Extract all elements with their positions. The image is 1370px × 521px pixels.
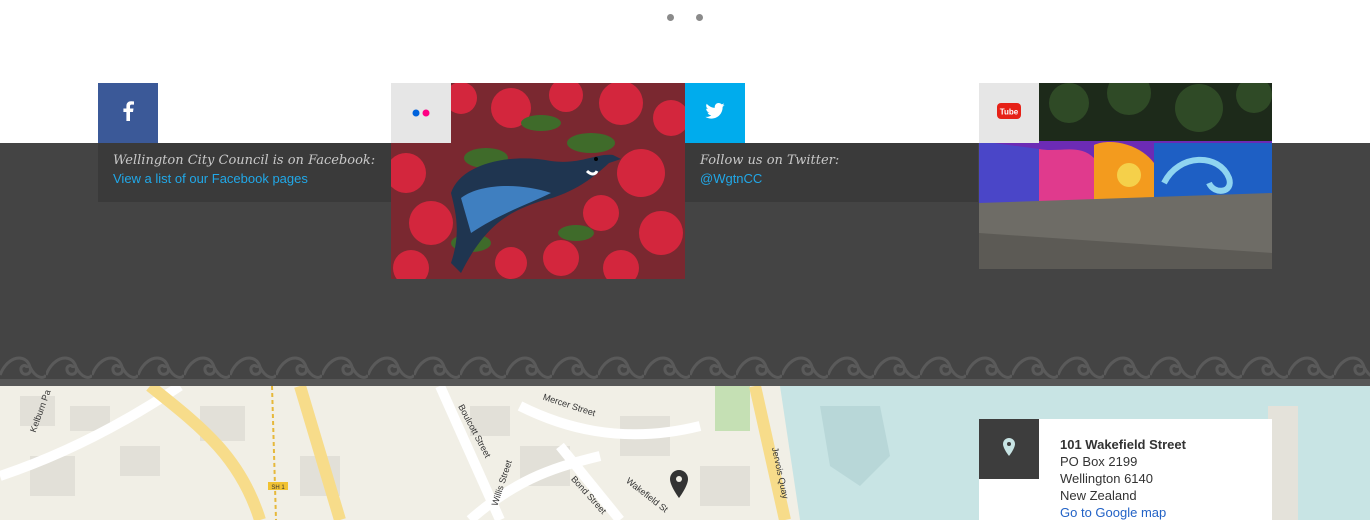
twitter-icon (705, 102, 725, 124)
koru-wave-divider (0, 345, 1370, 386)
address-lines: 101 Wakefield Street PO Box 2199 Welling… (1060, 436, 1186, 521)
carousel-dot-2[interactable] (696, 14, 703, 21)
facebook-icon (122, 100, 134, 126)
carousel-pagination (0, 14, 1370, 24)
facebook-intro: Wellington City Council is on Facebook: (113, 153, 376, 168)
flickr-icon (411, 104, 431, 122)
address-street: 101 Wakefield Street (1060, 437, 1186, 452)
address-card: 101 Wakefield Street PO Box 2199 Welling… (979, 419, 1272, 520)
location-pin-icon (1003, 437, 1015, 461)
address-po-box: PO Box 2199 (1060, 454, 1138, 469)
google-map-link[interactable]: Go to Google map (1060, 504, 1186, 521)
address-city: Wellington 6140 (1060, 471, 1153, 486)
facebook-pages-link[interactable]: View a list of our Facebook pages (113, 171, 308, 186)
svg-text:Tube: Tube (1000, 107, 1019, 116)
facebook-text-panel: Wellington City Council is on Facebook: … (98, 143, 391, 202)
twitter-intro: Follow us on Twitter: (700, 153, 840, 168)
map-pin-icon[interactable] (670, 470, 688, 503)
twitter-button[interactable] (685, 83, 745, 143)
youtube-icon: Tube (997, 102, 1021, 124)
address-icon-box (979, 419, 1039, 479)
youtube-button[interactable]: Tube (979, 83, 1039, 143)
svg-text:SH 1: SH 1 (271, 485, 285, 491)
twitter-text-panel: Follow us on Twitter: @WgtnCC (685, 143, 978, 202)
facebook-button[interactable] (98, 83, 158, 143)
flickr-button[interactable] (391, 83, 451, 143)
twitter-handle-link[interactable]: @WgtnCC (700, 171, 762, 186)
address-country: New Zealand (1060, 488, 1137, 503)
carousel-dot-1[interactable] (667, 14, 674, 21)
